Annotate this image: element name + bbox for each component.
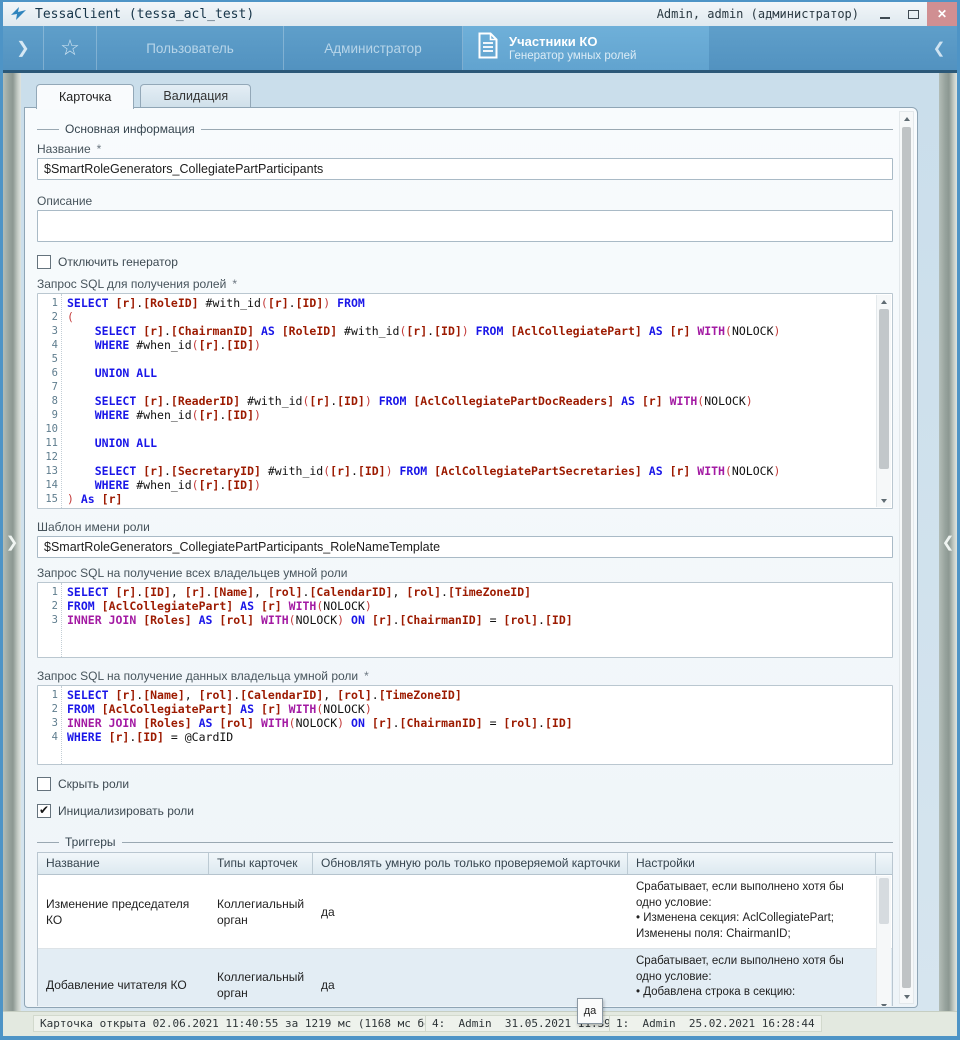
owners-sql-editor[interactable]: 123 SELECT [r].[ID], [r].[Name], [rol].[… — [37, 582, 893, 658]
main-scrollbar[interactable] — [899, 111, 914, 1004]
column-header[interactable]: Настройки — [628, 853, 876, 874]
scroll-down-icon[interactable] — [877, 1004, 891, 1006]
triggers-table: НазваниеТипы карточекОбновлять умную рол… — [37, 852, 893, 1006]
checkbox-checked-icon — [37, 804, 51, 818]
column-header[interactable]: Обновлять умную роль только проверяемой … — [313, 853, 628, 874]
card-form: Основная информация Название* Описание О… — [37, 108, 893, 1006]
right-panel-expander[interactable]: ❮ — [939, 73, 957, 1012]
left-panel-expander[interactable]: ❯ — [3, 73, 21, 1012]
template-label: Шаблон имени роли — [37, 520, 893, 534]
chevron-left-icon: ❮ — [939, 533, 957, 551]
description-label: Описание — [37, 194, 893, 208]
nav-expand-icon[interactable]: ❯ — [3, 26, 44, 70]
nav-tab-user[interactable]: Пользователь — [97, 26, 284, 70]
card-panel: Основная информация Название* Описание О… — [24, 107, 918, 1008]
table-header: НазваниеТипы карточекОбновлять умную рол… — [38, 853, 892, 875]
document-icon — [477, 32, 499, 64]
app-icon — [11, 7, 27, 22]
navbar: ❯ ☆ Пользователь Администратор Участники… — [3, 26, 957, 70]
tab-card[interactable]: Карточка — [36, 84, 134, 109]
column-header[interactable]: Название — [38, 853, 209, 874]
hide-roles-checkbox[interactable]: Скрыть роли — [37, 776, 893, 792]
scroll-up-icon[interactable] — [900, 112, 913, 125]
disable-generator-label: Отключить генератор — [58, 255, 178, 269]
tab-validation[interactable]: Валидация — [140, 84, 251, 107]
table-cell: Коллегиальный орган — [209, 949, 313, 1006]
sql-code: SELECT [r].[Name], [rol].[CalendarID], [… — [62, 686, 892, 764]
name-input[interactable] — [37, 158, 893, 180]
statusbar: Карточка открыта 02.06.2021 11:40:55 за … — [3, 1011, 957, 1036]
group-triggers: Триггеры — [37, 835, 893, 849]
drag-tooltip: да — [577, 998, 603, 1024]
active-tab-title: Участники КО — [509, 34, 636, 49]
scrollbar-thumb[interactable] — [879, 309, 889, 469]
header-filler — [876, 853, 892, 874]
table-scrollbar[interactable] — [876, 876, 891, 1006]
table-cell: Срабатывает, если выполнено хотя бы одно… — [628, 949, 877, 1006]
owner-data-sql-label: Запрос SQL на получение данных владельца… — [37, 669, 893, 683]
owners-sql-label: Запрос SQL на получение всех владельцев … — [37, 566, 893, 580]
scroll-up-icon[interactable] — [877, 295, 891, 308]
maximize-icon — [908, 10, 919, 19]
column-header[interactable]: Типы карточек — [209, 853, 313, 874]
maximize-button[interactable] — [899, 2, 927, 26]
active-tab-subtitle: Генератор умных ролей — [509, 50, 636, 62]
chevron-right-icon: ❯ — [3, 533, 21, 551]
init-roles-checkbox[interactable]: Инициализировать роли — [37, 803, 893, 819]
checkbox-unchecked-icon — [37, 777, 51, 791]
app-window: TessaClient (tessa_acl_test) Admin, admi… — [0, 0, 960, 1040]
roles-sql-label: Запрос SQL для получения ролей* — [37, 277, 893, 291]
table-cell: Коллегиальный орган — [209, 875, 313, 948]
line-numbers: 123456789101112131415 — [38, 294, 62, 508]
line-numbers: 1234 — [38, 686, 62, 764]
disable-generator-checkbox[interactable]: Отключить генератор — [37, 254, 893, 270]
window-title: TessaClient (tessa_acl_test) — [35, 7, 254, 22]
nav-tab-admin[interactable]: Администратор — [284, 26, 463, 70]
status-created: 1: Admin 25.02.2021 16:28:44 — [609, 1015, 822, 1032]
table-row[interactable]: Добавление читателя КОКоллегиальный орга… — [38, 949, 892, 1006]
status-opened: Карточка открыта 02.06.2021 11:40:55 за … — [33, 1015, 471, 1032]
close-button[interactable]: ✕ — [927, 2, 957, 26]
table-cell: Срабатывает, если выполнено хотя бы одно… — [628, 875, 877, 948]
owner-data-sql-editor[interactable]: 1234 SELECT [r].[Name], [rol].[CalendarI… — [37, 685, 893, 765]
table-cell: Добавление читателя КО — [38, 949, 209, 1006]
nav-collapse-icon[interactable]: ❮ — [921, 26, 957, 70]
minimize-icon — [880, 17, 890, 19]
hide-roles-label: Скрыть роли — [58, 777, 129, 791]
card-tabstrip: Карточка Валидация — [36, 84, 251, 109]
minimize-button[interactable] — [871, 2, 899, 26]
description-input[interactable] — [37, 210, 893, 242]
scroll-down-icon[interactable] — [877, 494, 891, 507]
titlebar-user: Admin, admin (администратор) — [657, 7, 859, 21]
template-input[interactable] — [37, 536, 893, 558]
roles-sql-editor[interactable]: 123456789101112131415 SELECT [r].[RoleID… — [37, 293, 893, 509]
content-background: ❯ ❮ Основная информация Название* Описан… — [3, 73, 957, 1012]
name-label: Название* — [37, 142, 893, 156]
scrollbar-thumb[interactable] — [902, 127, 911, 988]
table-row[interactable]: Изменение председателя КОКоллегиальный о… — [38, 875, 892, 949]
favorites-star-icon[interactable]: ☆ — [44, 26, 97, 70]
roles-sql-scrollbar[interactable] — [876, 295, 891, 507]
checkbox-unchecked-icon — [37, 255, 51, 269]
titlebar: TessaClient (tessa_acl_test) Admin, admi… — [3, 2, 957, 26]
nav-spacer — [709, 26, 921, 70]
sql-code: SELECT [r].[ID], [r].[Name], [rol].[Cale… — [62, 583, 892, 657]
table-cell: Изменение председателя КО — [38, 875, 209, 948]
group-main-info: Основная информация — [37, 122, 893, 136]
line-numbers: 123 — [38, 583, 62, 657]
table-cell: да — [313, 875, 628, 948]
scroll-down-icon[interactable] — [900, 990, 913, 1003]
scrollbar-thumb[interactable] — [879, 878, 889, 924]
init-roles-label: Инициализировать роли — [58, 804, 194, 818]
nav-tab-active-card[interactable]: Участники КО Генератор умных ролей — [463, 26, 709, 70]
sql-code: SELECT [r].[RoleID] #with_id([r].[ID]) F… — [62, 294, 892, 508]
